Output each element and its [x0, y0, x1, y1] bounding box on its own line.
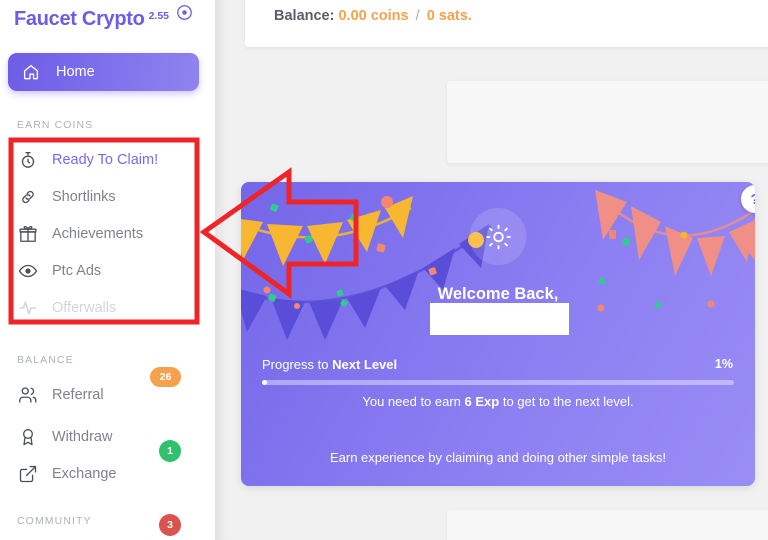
stopwatch-icon [21, 152, 35, 168]
sidebar-item-home[interactable]: Home [8, 53, 199, 91]
sidebar-item-ptc-ads[interactable]: Ptc Ads 3 [8, 254, 206, 536]
sidebar-item-referral-label: Referral [52, 387, 104, 403]
sidebar-item-exchange-label: Exchange [52, 466, 117, 482]
eye-icon [18, 264, 38, 278]
gift-icon [19, 225, 37, 242]
sidebar-item-referral[interactable]: Referral 25% [8, 378, 206, 412]
secondary-card-bottom [447, 510, 768, 540]
balance-separator: / [415, 8, 420, 24]
sidebar-item-withdraw-label: Withdraw [52, 429, 113, 445]
link-icon [22, 190, 34, 204]
progress-note-prefix: You need to earn [362, 394, 465, 409]
main-content: Balance: 0.00 coins / 0 sats. Welcome Ba… [215, 0, 768, 540]
brand-version: 2.55 [148, 10, 170, 22]
welcome-title: Welcome Back, [437, 285, 559, 303]
sidebar-item-ptc-ads-label: Ptc Ads [52, 263, 102, 279]
sidebar-item-withdraw[interactable]: Withdraw [8, 420, 206, 454]
home-icon [23, 65, 39, 80]
sidebar-item-exchange[interactable]: Exchange [8, 457, 206, 491]
balance-sats: 0 sats. [426, 8, 472, 24]
sidebar-section-balance: BALANCE [17, 354, 74, 366]
progress-percent: 1% [714, 357, 733, 371]
award-icon [23, 428, 33, 446]
sidebar-item-offerwalls-label: Offerwalls [52, 300, 117, 316]
balance-label: Balance: [274, 8, 335, 24]
external-link-icon [19, 465, 37, 483]
brand-name: Faucet Crypto [14, 8, 145, 30]
activity-icon [19, 301, 37, 315]
progress-note-suffix: to get to the next level. [499, 394, 634, 409]
sidebar-section-community: COMMUNITY [17, 515, 92, 527]
welcome-panel: Welcome Back, Progress to Next Level 1% … [241, 182, 755, 486]
username-redaction [430, 303, 569, 335]
sidebar-item-ptc-ads-badge: 3 [159, 514, 181, 536]
sidebar-item-offerwalls[interactable]: Offerwalls [8, 291, 206, 325]
sidebar-item-ready-to-claim-label: Ready To Claim! [52, 152, 159, 168]
brand-logo[interactable]: Faucet Crypto 2.55 [14, 5, 193, 31]
progress-bar-track [262, 380, 734, 385]
progress-bar-fill [262, 380, 267, 385]
progress-note: You need to earn 6 Exp to get to the nex… [241, 394, 755, 409]
progress-note-bold: 6 Exp [464, 394, 500, 409]
sidebar-item-shortlinks-label: Shortlinks [52, 189, 116, 205]
sidebar-item-home-label: Home [56, 64, 95, 80]
progress-label-bold: Next Level [332, 357, 398, 372]
tasks-note: Earn experience by claiming and doing ot… [329, 450, 666, 465]
sun-icon [469, 208, 527, 265]
app-root: Balance: 0.00 coins / 0 sats. Welcome Ba… [0, 0, 768, 540]
sidebar-item-shortlinks[interactable]: Shortlinks 26 [8, 180, 206, 387]
sidebar-item-achievements-label: Achievements [52, 226, 144, 242]
sidebar-section-earn-coins: EARN COINS [17, 119, 94, 131]
secondary-card-top [447, 81, 768, 163]
users-icon [19, 387, 37, 403]
balance-coins: 0.00 coins [338, 8, 409, 24]
sidebar-item-achievements[interactable]: Achievements 1 [8, 217, 206, 462]
sidebar: Faucet Crypto 2.55 Home EARN COINS Ready… [0, 0, 215, 540]
balance-card: Balance: 0.00 coins / 0 sats. [245, 0, 768, 47]
target-icon [177, 5, 192, 20]
balance-summary: Balance: 0.00 coins / 0 sats. [274, 8, 472, 24]
progress-label: Progress to Next Level [262, 357, 397, 372]
progress-label-prefix: Progress to [262, 357, 333, 372]
sidebar-item-ready-to-claim[interactable]: Ready To Claim! [8, 143, 206, 177]
